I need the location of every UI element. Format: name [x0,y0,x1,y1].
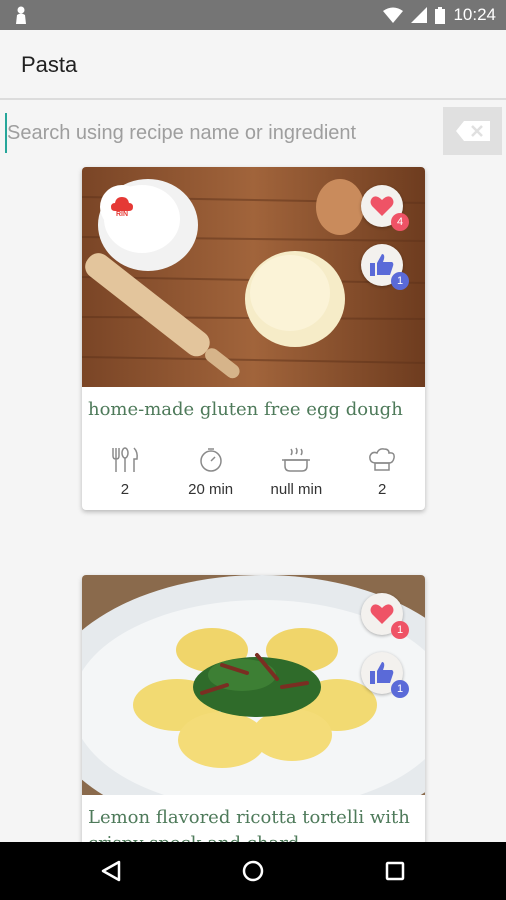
like-count-badge: 1 [391,680,409,698]
like-button[interactable]: 1 [361,652,409,698]
difficulty-stat: 2 [339,447,425,507]
servings-stat: 2 [82,447,168,507]
brand-logo: RIN [100,185,144,229]
servings-value: 2 [120,481,130,498]
thumbs-up-icon [370,662,394,684]
brand-logo-text: RIN [115,210,129,218]
favorite-count-badge: 4 [391,213,409,231]
home-nav-icon[interactable] [242,860,264,882]
heart-icon [370,604,394,624]
page-title: Pasta [21,52,78,77]
clear-search-button[interactable] [443,107,502,155]
cooking-pot-icon [282,447,311,472]
prep-time-stat: 20 min [168,447,254,507]
timer-icon [199,448,222,472]
difficulty-value: 2 [377,481,387,498]
back-nav-icon[interactable] [100,860,122,882]
search-input[interactable]: Search using recipe name or ingredient [5,113,435,153]
like-count-badge: 1 [391,272,409,290]
favorite-button[interactable]: 1 [361,593,409,639]
heart-icon [370,196,394,216]
search-row: Search using recipe name or ingredient [0,103,506,159]
cook-time-stat: null min [254,447,340,507]
recipe-stats: 2 20 min null min 2 [82,447,425,507]
person-icon [16,6,26,24]
cloud-icon [111,196,133,211]
signal-icon [411,7,428,23]
recipe-photo: RIN 4 1 [82,167,425,387]
recipe-photo: 1 1 [82,575,425,795]
chef-hat-icon [369,448,396,471]
thumbs-up-icon [370,254,394,276]
recents-nav-icon[interactable] [385,861,405,881]
cook-time-value: null min [270,481,323,498]
battery-icon [435,6,446,24]
cutlery-icon [112,447,138,472]
backspace-icon [455,121,490,141]
prep-time-value: 20 min [188,481,234,498]
favorite-count-badge: 1 [391,621,409,639]
recipe-card[interactable]: 1 1 Lemon flavored ricotta tortelli with… [82,575,425,875]
status-bar: 10:24 [0,0,506,30]
app-bar: Pasta [0,30,506,100]
navigation-bar [0,842,506,900]
status-time: 10:24 [453,5,496,24]
favorite-button[interactable]: 4 [361,185,409,231]
wifi-icon [383,7,404,23]
recipe-title: home-made gluten free egg dough [88,399,403,420]
like-button[interactable]: 1 [361,244,409,290]
recipe-card[interactable]: RIN 4 1 home-made gluten free egg dough … [82,167,425,510]
